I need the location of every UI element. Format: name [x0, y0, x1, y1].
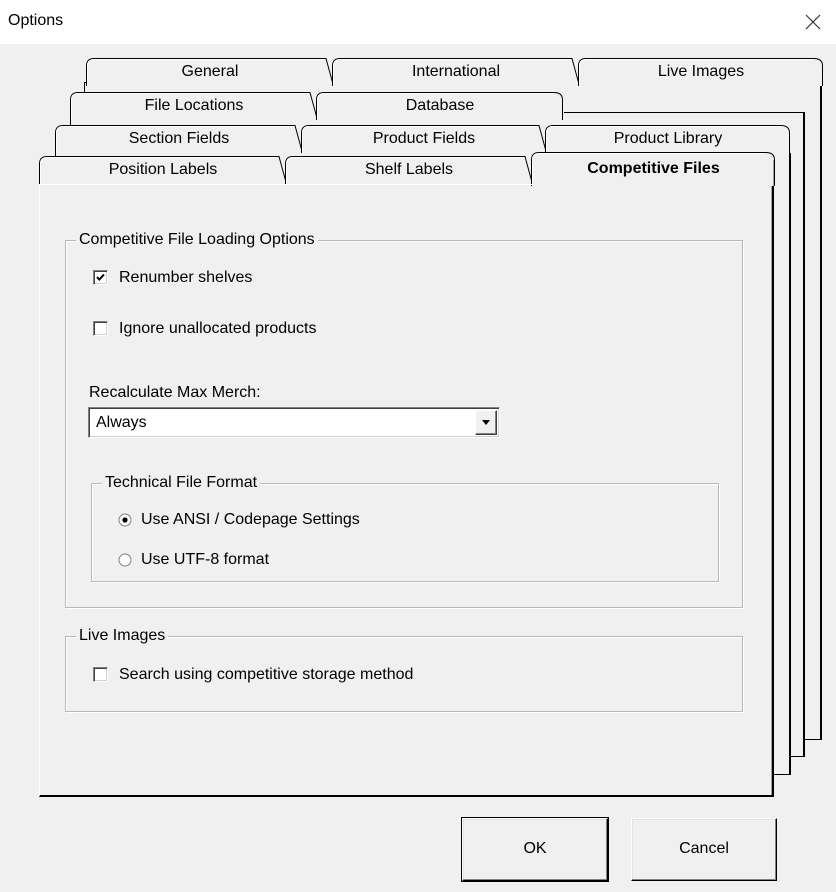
tab-live-images[interactable]: Live Images — [578, 58, 824, 86]
search-competitive-box[interactable] — [93, 667, 108, 682]
live-images-legend: Live Images — [76, 626, 169, 646]
tab-file-locations[interactable]: File Locations — [70, 92, 318, 120]
radio-selected-icon — [118, 513, 132, 527]
recalc-max-merch-select[interactable]: Always — [88, 407, 500, 438]
dropdown-button[interactable] — [475, 410, 497, 435]
page-shadow — [771, 184, 772, 795]
tab-general-label: General — [181, 63, 239, 80]
tab-shelf-labels[interactable]: Shelf Labels — [285, 156, 533, 184]
tab-international[interactable]: International — [332, 58, 580, 86]
tab-file-locations-label: File Locations — [144, 97, 244, 114]
tab-shelf-labels-label: Shelf Labels — [364, 161, 454, 178]
ignore-unallocated-label: Ignore unallocated products — [119, 320, 317, 337]
tab-live-images-label: Live Images — [657, 63, 745, 80]
tab-competitive-files-label: Competitive Files — [587, 160, 720, 177]
ignore-unallocated-box[interactable] — [93, 321, 108, 336]
checkmark-icon — [96, 273, 105, 281]
tab-general[interactable]: General — [86, 58, 334, 86]
tab-international-label: International — [411, 63, 501, 80]
ansi-codepage-label: Use ANSI / Codepage Settings — [141, 511, 360, 528]
recalc-max-merch-label: Recalculate Max Merch: — [89, 384, 261, 401]
search-competitive-label: Search using competitive storage method — [119, 666, 414, 683]
loading-options-legend: Competitive File Loading Options — [76, 230, 318, 250]
renumber-shelves-box[interactable] — [93, 270, 108, 285]
file-format-legend: Technical File Format — [102, 473, 261, 493]
close-button[interactable] — [790, 0, 836, 44]
tab-position-labels[interactable]: Position Labels — [39, 156, 287, 184]
radio-unselected-icon — [118, 553, 132, 567]
close-icon — [805, 14, 821, 30]
tab-section-fields-label: Section Fields — [128, 130, 230, 147]
tab-product-library-label: Product Library — [613, 130, 723, 147]
tab-competitive-files[interactable]: Competitive Files — [531, 152, 776, 186]
tab-product-fields-label: Product Fields — [372, 130, 476, 147]
tab-product-library[interactable]: Product Library — [545, 125, 791, 153]
recalc-max-merch-value: Always — [96, 414, 147, 431]
tab-database-label: Database — [405, 97, 475, 114]
tab-position-labels-label: Position Labels — [108, 161, 218, 178]
title-bar: Options — [0, 0, 836, 44]
renumber-shelves-label: Renumber shelves — [119, 269, 253, 286]
page-top-edge — [39, 184, 532, 185]
tab-section-fields[interactable]: Section Fields — [55, 125, 303, 153]
tab-product-fields[interactable]: Product Fields — [301, 125, 547, 153]
tab-database[interactable]: Database — [316, 92, 564, 120]
options-dialog: Options General International Live Image… — [0, 0, 836, 892]
cancel-button[interactable]: Cancel — [631, 818, 777, 881]
ok-button[interactable]: OK — [461, 817, 609, 882]
chevron-down-icon — [482, 420, 490, 425]
utf8-label: Use UTF-8 format — [141, 551, 270, 568]
window-title: Options — [8, 12, 64, 29]
